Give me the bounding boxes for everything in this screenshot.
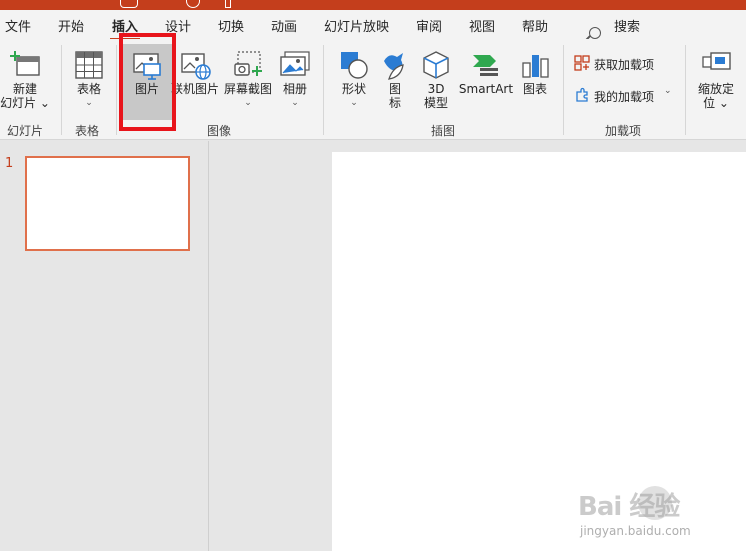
chart-label: 图表 (522, 82, 547, 96)
group-label-images: 图像 (207, 124, 232, 138)
screenshot-label: 屏幕截图 (223, 82, 272, 96)
redo-icon[interactable] (186, 0, 200, 8)
tab-file[interactable]: 文件 (5, 16, 31, 35)
slides-thumbnail-panel: 1 (0, 141, 209, 551)
album-chevron-down-icon[interactable]: ⌄ (274, 98, 316, 108)
shapes-chevron-down-icon[interactable]: ⌄ (334, 98, 374, 108)
customize-qat-icon[interactable] (225, 0, 231, 8)
group-label-illustrations: 插图 (431, 124, 456, 138)
ribbon-tab-bar: 文件 开始 插入 设计 切换 动画 幻灯片放映 审阅 视图 帮助 搜索 (0, 10, 746, 41)
my-addins-chevron-down-icon[interactable]: ⌄ (664, 86, 672, 96)
ribbon-insert: 新建 幻灯片 ⌄ 表格 ⌄ 图片 联机图片 屏幕截图 ⌄ 相册 ⌄ 形状 ⌄ 图… (0, 39, 746, 140)
icons-button[interactable]: 图 标 (376, 44, 414, 120)
table-button[interactable]: 表格 ⌄ (64, 44, 114, 120)
icons-label: 图 标 (388, 82, 401, 110)
my-addins-icon (576, 87, 588, 102)
slide-number: 1 (5, 156, 14, 171)
group-label-slides: 幻灯片 (7, 124, 44, 138)
smartart-button[interactable]: SmartArt (458, 44, 514, 120)
new-slide-button[interactable]: 新建 幻灯片 ⌄ (0, 44, 50, 120)
smartart-icon (473, 55, 498, 76)
shapes-icon (341, 52, 368, 79)
3d-cube-icon (423, 51, 449, 79)
slide-thumbnail[interactable] (25, 156, 190, 251)
online-picture-label: 联机图片 (170, 82, 219, 96)
zoom-button[interactable]: 缩放定 位 ⌄ (692, 44, 740, 120)
watermark-url: jingyan.baidu.com (580, 524, 691, 538)
photo-album-label: 相册 (282, 82, 307, 96)
get-addins-icon (574, 55, 590, 71)
smartart-label: SmartArt (458, 82, 514, 96)
tab-transitions[interactable]: 切换 (218, 16, 244, 35)
icons-icon (384, 53, 404, 80)
table-chevron-down-icon[interactable]: ⌄ (64, 98, 114, 108)
undo-icon[interactable] (120, 0, 138, 8)
tab-animations[interactable]: 动画 (271, 16, 297, 35)
new-slide-icon (10, 51, 40, 76)
watermark-text: Bai 经验 (578, 492, 680, 522)
search-icon[interactable] (589, 27, 601, 39)
my-addins-label: 我的加载项 (594, 90, 655, 104)
baidu-watermark-logo: Bai 经验 jingyan.baidu.com (578, 478, 738, 544)
chart-button[interactable]: 图表 (516, 44, 554, 120)
3d-model-label: 3D 模型 (423, 82, 448, 110)
zoom-label: 缩放定 位 ⌄ (697, 82, 734, 110)
shapes-button[interactable]: 形状 ⌄ (334, 44, 374, 120)
table-icon (75, 51, 103, 79)
online-picture-button[interactable]: 联机图片 (170, 44, 220, 120)
group-label-tables: 表格 (75, 124, 100, 138)
group-label-addins: 加载项 (605, 124, 642, 138)
tab-review[interactable]: 审阅 (416, 16, 442, 35)
tab-slideshow[interactable]: 幻灯片放映 (324, 16, 389, 35)
3d-model-button[interactable]: 3D 模型 (416, 44, 456, 120)
tab-help[interactable]: 帮助 (522, 16, 548, 35)
screenshot-icon (234, 51, 262, 76)
get-addins-button[interactable]: 获取加载项 (574, 53, 674, 75)
tab-home[interactable]: 开始 (58, 16, 84, 35)
photo-album-icon (280, 51, 310, 76)
get-addins-label: 获取加载项 (594, 58, 655, 72)
table-label: 表格 (76, 82, 101, 96)
my-addins-button[interactable]: 我的加载项 ⌄ (574, 85, 678, 107)
search-label[interactable]: 搜索 (614, 16, 640, 35)
zoom-icon (702, 52, 731, 70)
shapes-label: 形状 (341, 82, 366, 96)
chart-icon (522, 55, 549, 78)
screenshot-button[interactable]: 屏幕截图 ⌄ (222, 44, 274, 120)
online-picture-icon (181, 53, 211, 80)
photo-album-button[interactable]: 相册 ⌄ (274, 44, 316, 120)
new-slide-label: 新建 幻灯片 ⌄ (0, 82, 50, 110)
annotation-highlight-box (119, 33, 176, 131)
title-bar (0, 0, 746, 10)
tab-view[interactable]: 视图 (469, 16, 495, 35)
screenshot-chevron-down-icon[interactable]: ⌄ (222, 98, 274, 108)
